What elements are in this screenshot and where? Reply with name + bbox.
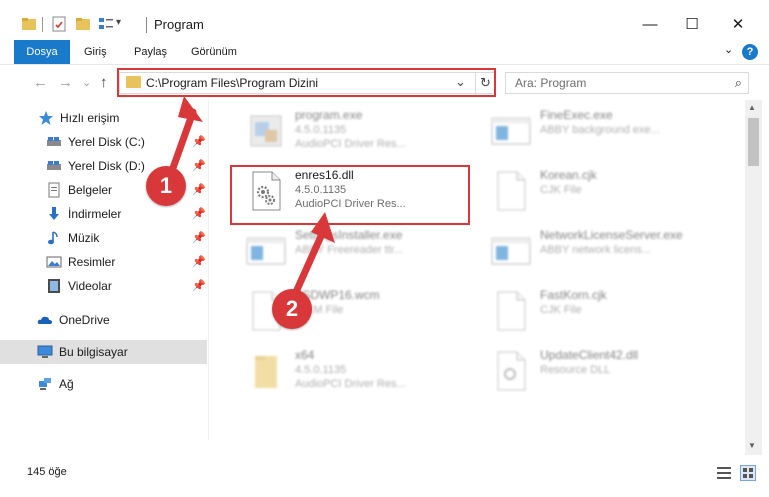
vertical-scrollbar[interactable]: ▲ ▼ xyxy=(745,100,762,455)
scroll-up-icon[interactable]: ▲ xyxy=(748,103,756,112)
arrow-1-head xyxy=(178,96,203,122)
scroll-thumb[interactable] xyxy=(748,118,759,166)
status-bar: 145 öğe xyxy=(0,458,769,488)
annotation-arrows xyxy=(169,96,335,296)
callout-step-1: 1 xyxy=(146,166,186,206)
arrow-1-shaft xyxy=(169,108,197,172)
tiles-view-icon[interactable] xyxy=(740,465,756,481)
details-view-icon[interactable] xyxy=(716,465,732,481)
arrow-2-shaft xyxy=(292,230,326,296)
item-count: 145 öğe xyxy=(27,466,67,478)
callout-step-2: 2 xyxy=(272,289,312,329)
scroll-down-icon[interactable]: ▼ xyxy=(748,441,756,450)
